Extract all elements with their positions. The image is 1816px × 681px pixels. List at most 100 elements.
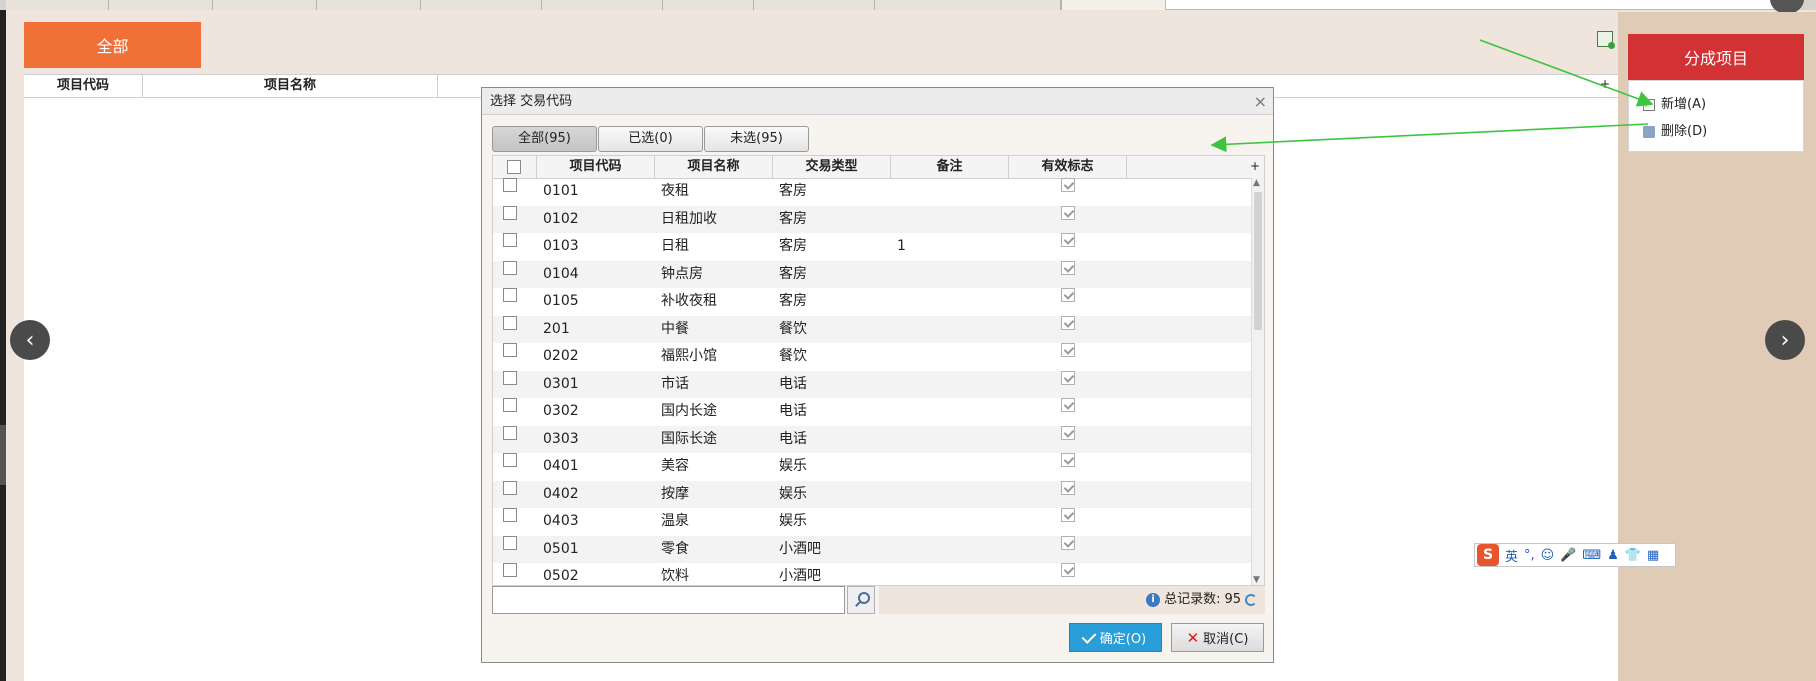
cell-name: 国际长途 xyxy=(661,430,717,447)
ime-skin-icon[interactable]: 👕 xyxy=(1625,548,1641,563)
top-tab[interactable] xyxy=(109,0,213,10)
column-add-icon[interactable]: + xyxy=(1600,77,1610,91)
ime-logo-icon[interactable]: S xyxy=(1477,544,1499,566)
column-header-name[interactable]: 项目名称 xyxy=(143,75,438,97)
row-checkbox[interactable] xyxy=(503,508,517,522)
column-add-icon[interactable]: + xyxy=(1250,156,1260,176)
top-tab[interactable] xyxy=(421,0,542,10)
table-row[interactable]: 0303 国际长途 电话 xyxy=(493,425,1251,453)
column-header-name[interactable]: 项目名称 xyxy=(655,156,773,178)
column-header-note[interactable]: 备注 xyxy=(891,156,1009,178)
grid-scrollbar[interactable]: ▲ ▼ xyxy=(1251,178,1264,585)
ok-button[interactable]: 确定(O) xyxy=(1069,623,1162,652)
ime-emoji-icon[interactable]: ☺ xyxy=(1541,548,1555,563)
tab-unselected[interactable]: 未选(95) xyxy=(704,126,809,152)
cell-code: 201 xyxy=(543,320,570,337)
row-checkbox[interactable] xyxy=(503,288,517,302)
row-checkbox[interactable] xyxy=(503,563,517,577)
dialog-grid: 项目代码 项目名称 交易类型 备注 有效标志 + 0101 夜租 客房 0102 日租加… xyxy=(492,155,1265,586)
top-tab[interactable] xyxy=(213,0,317,10)
dialog-grid-header: 项目代码 项目名称 交易类型 备注 有效标志 + xyxy=(493,156,1264,179)
cell-name: 零食 xyxy=(661,540,689,557)
prev-arrow-button[interactable]: ‹ xyxy=(10,320,50,360)
search-input[interactable] xyxy=(492,586,845,614)
table-row[interactable]: 0102 日租加收 客房 xyxy=(493,205,1251,233)
ime-menu-icon[interactable]: ▦ xyxy=(1647,548,1659,563)
top-search-field[interactable] xyxy=(1165,0,1782,10)
cell-code: 0302 xyxy=(543,403,579,419)
table-row[interactable]: 201 中餐 餐饮 xyxy=(493,315,1251,343)
cancel-button[interactable]: ✕ 取消(C) xyxy=(1171,623,1264,652)
table-row[interactable]: 0301 市话 电话 xyxy=(493,370,1251,398)
dialog-title-bar: 选择 交易代码 × xyxy=(482,88,1273,115)
cell-name: 国内长途 xyxy=(661,403,717,419)
refresh-icon[interactable] xyxy=(1245,594,1257,606)
ime-user-icon[interactable]: ♟ xyxy=(1607,548,1619,563)
search-button[interactable] xyxy=(847,586,875,614)
cell-code: 0301 xyxy=(543,375,579,392)
row-checkbox[interactable] xyxy=(503,260,517,275)
column-header-valid[interactable]: 有效标志 xyxy=(1009,156,1127,178)
row-checkbox[interactable] xyxy=(503,398,517,412)
top-tab[interactable] xyxy=(317,0,421,10)
top-tab[interactable] xyxy=(542,0,663,10)
column-header-code[interactable]: 项目代码 xyxy=(24,75,143,97)
column-header-code[interactable]: 项目代码 xyxy=(537,156,655,178)
record-count: i 总记录数: 95 xyxy=(1146,586,1257,614)
select-all-checkbox[interactable] xyxy=(507,160,521,174)
dialog-grid-rows: 0101 夜租 客房 0102 日租加收 客房 0103 日租 客房 1 0104 钟点房 客房 0105… xyxy=(493,178,1251,585)
chevron-right-icon: › xyxy=(1780,327,1790,353)
table-row[interactable]: 0302 国内长途 电话 xyxy=(493,398,1251,426)
row-checkbox[interactable] xyxy=(503,535,517,550)
top-tab[interactable] xyxy=(663,0,754,10)
top-tab[interactable] xyxy=(6,0,109,10)
scroll-down-icon[interactable]: ▼ xyxy=(1253,575,1260,585)
row-checkbox[interactable] xyxy=(503,233,517,247)
table-row[interactable]: 0501 零食 小酒吧 xyxy=(493,535,1251,563)
menu-item-add[interactable]: 新增(A) xyxy=(1642,94,1706,116)
table-row[interactable]: 0104 钟点房 客房 xyxy=(493,260,1251,288)
menu-item-delete[interactable]: 删除(D) xyxy=(1643,121,1707,143)
table-row[interactable]: 0502 饮料 小酒吧 xyxy=(493,563,1251,585)
row-checkbox[interactable] xyxy=(503,370,517,385)
ime-punct-toggle[interactable]: °, xyxy=(1524,548,1535,563)
valid-checkbox xyxy=(1061,453,1075,467)
export-excel-icon[interactable] xyxy=(1597,31,1615,49)
table-row[interactable]: 0101 夜租 客房 xyxy=(493,178,1251,206)
row-checkbox[interactable] xyxy=(503,480,517,495)
table-row[interactable]: 0401 美容 娱乐 xyxy=(493,453,1251,481)
cancel-button-label: 取消(C) xyxy=(1203,632,1249,647)
split-items-button[interactable]: 分成项目 xyxy=(1628,34,1804,80)
row-checkbox[interactable] xyxy=(503,453,517,467)
cell-type: 小酒吧 xyxy=(779,568,821,584)
cell-code: 0402 xyxy=(543,485,579,502)
row-checkbox[interactable] xyxy=(503,315,517,330)
cell-name: 补收夜租 xyxy=(661,293,717,309)
cell-name: 温泉 xyxy=(661,513,689,529)
cell-name: 中餐 xyxy=(661,320,689,337)
cell-code: 0502 xyxy=(543,568,579,584)
table-row[interactable]: 0202 福熙小馆 餐饮 xyxy=(493,343,1251,371)
top-tab-active[interactable] xyxy=(1061,0,1166,10)
table-row[interactable]: 0105 补收夜租 客房 xyxy=(493,288,1251,316)
row-checkbox[interactable] xyxy=(503,205,517,220)
scroll-thumb[interactable] xyxy=(1254,192,1262,330)
column-header-type[interactable]: 交易类型 xyxy=(773,156,891,178)
scroll-up-icon[interactable]: ▲ xyxy=(1253,178,1260,188)
table-row[interactable]: 0103 日租 客房 1 xyxy=(493,233,1251,261)
ime-lang-toggle[interactable]: 英 xyxy=(1505,546,1518,565)
table-row[interactable]: 0403 温泉 娱乐 xyxy=(493,508,1251,536)
ime-voice-icon[interactable]: 🎤 xyxy=(1560,548,1576,563)
next-arrow-button[interactable]: › xyxy=(1765,320,1805,360)
row-checkbox[interactable] xyxy=(503,343,517,357)
ime-keyboard-icon[interactable]: ⌨ xyxy=(1582,548,1601,563)
dialog-close-icon[interactable]: × xyxy=(1254,88,1267,115)
tab-selected[interactable]: 已选(0) xyxy=(598,126,703,152)
top-tab[interactable] xyxy=(754,0,875,10)
top-tab[interactable] xyxy=(875,0,1061,10)
all-button[interactable]: 全部 xyxy=(24,22,201,68)
table-row[interactable]: 0402 按摩 娱乐 xyxy=(493,480,1251,508)
row-checkbox[interactable] xyxy=(503,178,517,192)
row-checkbox[interactable] xyxy=(503,425,517,440)
tab-all[interactable]: 全部(95) xyxy=(492,126,597,152)
